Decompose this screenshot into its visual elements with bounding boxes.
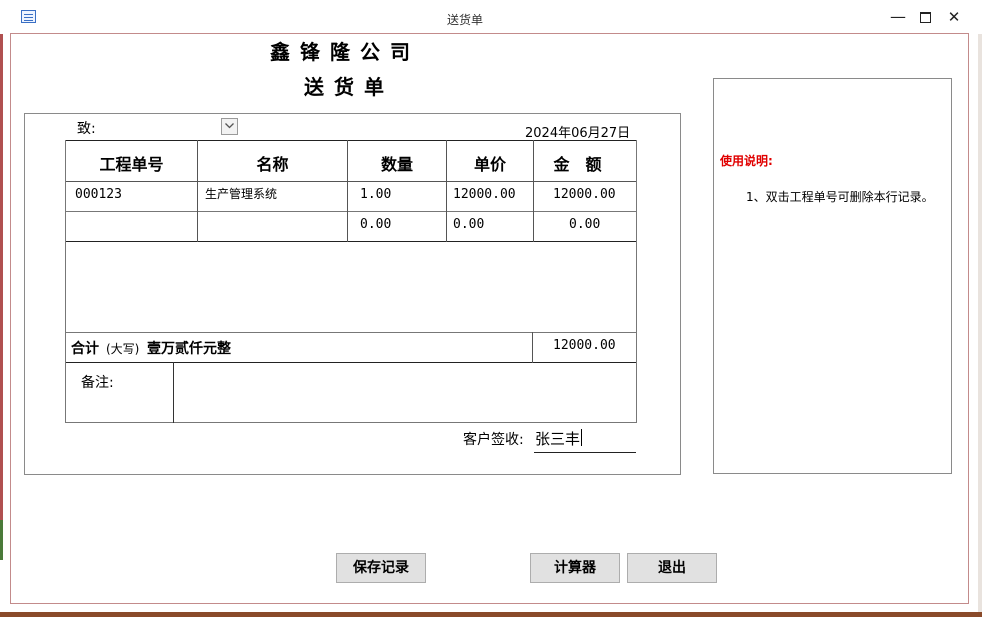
minimize-icon[interactable]: — (884, 6, 912, 28)
table-row-order-no[interactable]: 000123 (75, 187, 122, 202)
background-edge (0, 612, 982, 617)
table-border (532, 332, 533, 363)
remark-input[interactable] (178, 366, 628, 418)
column-header-name: 名称 (256, 155, 289, 174)
close-icon[interactable]: ✕ (940, 6, 968, 28)
table-border (65, 362, 637, 363)
help-title: 使用说明: (720, 154, 773, 168)
customer-sign-label: 客户签收: (463, 432, 524, 448)
table-row-qty[interactable]: 1.00 (360, 187, 391, 202)
table-border (65, 181, 637, 182)
column-header-qty: 数量 (380, 155, 413, 174)
table-row-amount: 12000.00 (553, 187, 616, 202)
text-cursor (581, 429, 582, 446)
table-border (636, 140, 637, 423)
help-panel (713, 78, 952, 474)
table-border (65, 140, 637, 141)
background-edge (978, 34, 982, 612)
total-caps-value: 壹万贰仟元整 (147, 341, 231, 357)
remark-label: 备注: (81, 375, 114, 391)
table-row-name[interactable]: 生产管理系统 (205, 185, 277, 202)
column-header-order-no: 工程单号 (99, 155, 164, 174)
maximize-icon[interactable] (911, 6, 939, 28)
table-row-amount: 0.00 (569, 217, 601, 232)
table-border (65, 211, 637, 212)
exit-button[interactable]: 退出 (627, 553, 717, 583)
help-text: 1、双击工程单号可删除本行记录。 (746, 190, 934, 204)
company-name: 鑫锋隆公司 (270, 40, 420, 64)
customer-sign-input[interactable]: 张三丰 (535, 428, 580, 449)
table-row-qty[interactable]: 0.00 (360, 217, 391, 232)
calculator-button[interactable]: 计算器 (530, 553, 620, 583)
to-label: 致: (77, 121, 96, 137)
table-border (65, 332, 637, 333)
column-header-price: 单价 (473, 155, 506, 174)
document-title: 送货单 (304, 75, 394, 99)
table-border (65, 422, 637, 423)
total-amount: 12000.00 (553, 338, 616, 353)
table-border (65, 241, 637, 242)
chevron-down-icon[interactable] (221, 118, 238, 135)
background-edge (0, 34, 3, 534)
total-caps-label: (大写) (106, 342, 140, 356)
table-row-price[interactable]: 12000.00 (453, 187, 516, 202)
to-combobox[interactable] (108, 117, 220, 135)
window-title: 送货单 (446, 13, 483, 27)
total-label: 合计 (71, 341, 99, 357)
table-row-price[interactable]: 0.00 (453, 217, 484, 232)
save-button[interactable]: 保存记录 (336, 553, 426, 583)
signature-underline (534, 452, 636, 453)
column-header-amount: 金 额 (553, 155, 602, 174)
table-border (65, 140, 66, 423)
table-border (173, 362, 174, 423)
date-field[interactable]: 2024年06月27日 (525, 122, 630, 141)
background-edge (0, 520, 3, 560)
